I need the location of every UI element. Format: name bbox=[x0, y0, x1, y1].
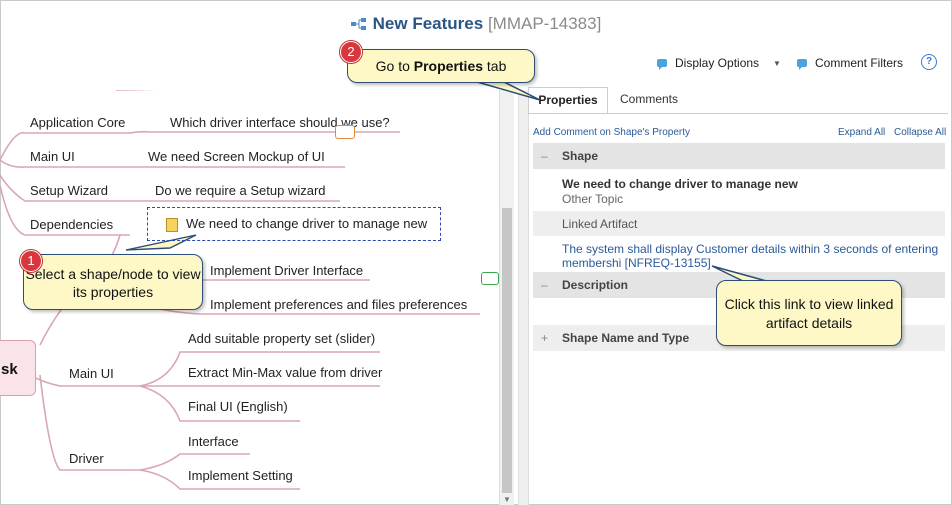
callout-2-suffix: tab bbox=[483, 58, 507, 74]
shape-type: Other Topic bbox=[562, 192, 624, 206]
branch-driver[interactable]: Driver bbox=[69, 451, 104, 466]
root-node-label: sk bbox=[1, 361, 18, 378]
mindmap-icon bbox=[350, 15, 367, 35]
callout-select-shape: Select a shape/node to view its properti… bbox=[23, 254, 203, 310]
topic-implement-preferences[interactable]: Implement preferences and files preferen… bbox=[210, 297, 467, 312]
expand-all-link[interactable]: Expand All bbox=[838, 127, 885, 138]
branch-setup-wizard[interactable]: Setup Wizard bbox=[30, 183, 108, 198]
comment-icon[interactable] bbox=[335, 125, 355, 139]
linked-artifact-row: Linked Artifact bbox=[533, 211, 945, 236]
callout-properties-tab: Go to Properties tab bbox=[347, 49, 535, 83]
comment-filters-label: Comment Filters bbox=[815, 56, 904, 70]
topic-implement-driver-interface[interactable]: Implement Driver Interface bbox=[210, 263, 363, 278]
add-comment-link[interactable]: Add Comment on Shape's Property bbox=[533, 127, 690, 138]
tab-divider bbox=[528, 113, 948, 114]
topic-extract-min-max[interactable]: Extract Min-Max value from driver bbox=[188, 365, 382, 380]
topic-setup-wizard[interactable]: Do we require a Setup wizard bbox=[155, 183, 326, 198]
collapse-all-link[interactable]: Collapse All bbox=[894, 127, 946, 138]
page-title: New Features [MMAP-14383] bbox=[0, 14, 952, 35]
topic-screen-mockup[interactable]: We need Screen Mockup of UI bbox=[148, 149, 325, 164]
section-description-label: Description bbox=[562, 278, 629, 292]
comment-filters-button[interactable]: Comment Filters bbox=[797, 56, 903, 70]
comment-icon[interactable] bbox=[481, 272, 499, 285]
title-key: [MMAP-14383] bbox=[487, 14, 602, 33]
topic-interface[interactable]: Interface bbox=[188, 434, 239, 449]
callout-2-prefix: Go to bbox=[375, 58, 414, 74]
comment-icon bbox=[797, 59, 807, 70]
linked-artifact-link[interactable]: The system shall display Customer detail… bbox=[562, 242, 942, 270]
topic-implement-setting[interactable]: Implement Setting bbox=[188, 468, 293, 483]
tab-properties[interactable]: Properties bbox=[528, 87, 608, 114]
note-icon bbox=[166, 218, 178, 232]
topic-driver-interface[interactable]: Which driver interface should we use? bbox=[170, 115, 390, 130]
scroll-down-icon[interactable]: ▼ bbox=[503, 495, 511, 504]
linked-artifact-link-row: The system shall display Customer detail… bbox=[533, 236, 945, 272]
selected-topic-node[interactable]: We need to change driver to manage new bbox=[147, 207, 441, 241]
selected-topic-label: We need to change driver to manage new bbox=[186, 216, 428, 231]
tab-comments[interactable]: Comments bbox=[620, 87, 678, 112]
display-options-button[interactable]: Display Options ▼ bbox=[657, 56, 781, 70]
chevron-down-icon: ▼ bbox=[773, 58, 781, 68]
topic-add-property-set[interactable]: Add suitable property set (slider) bbox=[188, 331, 375, 346]
title-name: New Features bbox=[372, 14, 484, 33]
expand-icon[interactable]: + bbox=[541, 331, 548, 345]
vertical-scrollbar[interactable]: ▼ bbox=[499, 90, 514, 505]
branch-dependencies[interactable]: Dependencies bbox=[30, 217, 113, 232]
section-shape-label: Shape bbox=[562, 149, 599, 163]
step-2-badge: 2 bbox=[340, 41, 362, 63]
shape-details: We need to change driver to manage new O… bbox=[533, 169, 945, 211]
callout-linked-artifact: Click this link to view linked artifact … bbox=[716, 280, 902, 346]
collapse-icon[interactable]: – bbox=[541, 278, 548, 292]
branch-main-ui[interactable]: Main UI bbox=[30, 149, 75, 164]
help-icon[interactable]: ? bbox=[921, 54, 937, 70]
linked-artifact-label: Linked Artifact bbox=[562, 217, 638, 231]
root-node[interactable]: sk bbox=[0, 340, 36, 396]
callout-2-bold: Properties bbox=[413, 58, 484, 74]
comment-icon bbox=[657, 59, 667, 70]
branch-application-core[interactable]: Application Core bbox=[30, 115, 125, 130]
scrollbar-thumb[interactable] bbox=[502, 208, 512, 493]
section-shape-header[interactable]: – Shape bbox=[533, 143, 945, 169]
branch-main-ui-lower[interactable]: Main UI bbox=[69, 366, 114, 381]
step-1-badge: 1 bbox=[20, 250, 42, 272]
section-shape-name-type-label: Shape Name and Type bbox=[562, 331, 690, 345]
shape-name: We need to change driver to manage new bbox=[562, 177, 798, 191]
panel-splitter[interactable] bbox=[518, 90, 529, 505]
collapse-icon[interactable]: – bbox=[541, 149, 548, 163]
topic-final-ui[interactable]: Final UI (English) bbox=[188, 399, 288, 414]
display-options-label: Display Options bbox=[675, 56, 760, 70]
